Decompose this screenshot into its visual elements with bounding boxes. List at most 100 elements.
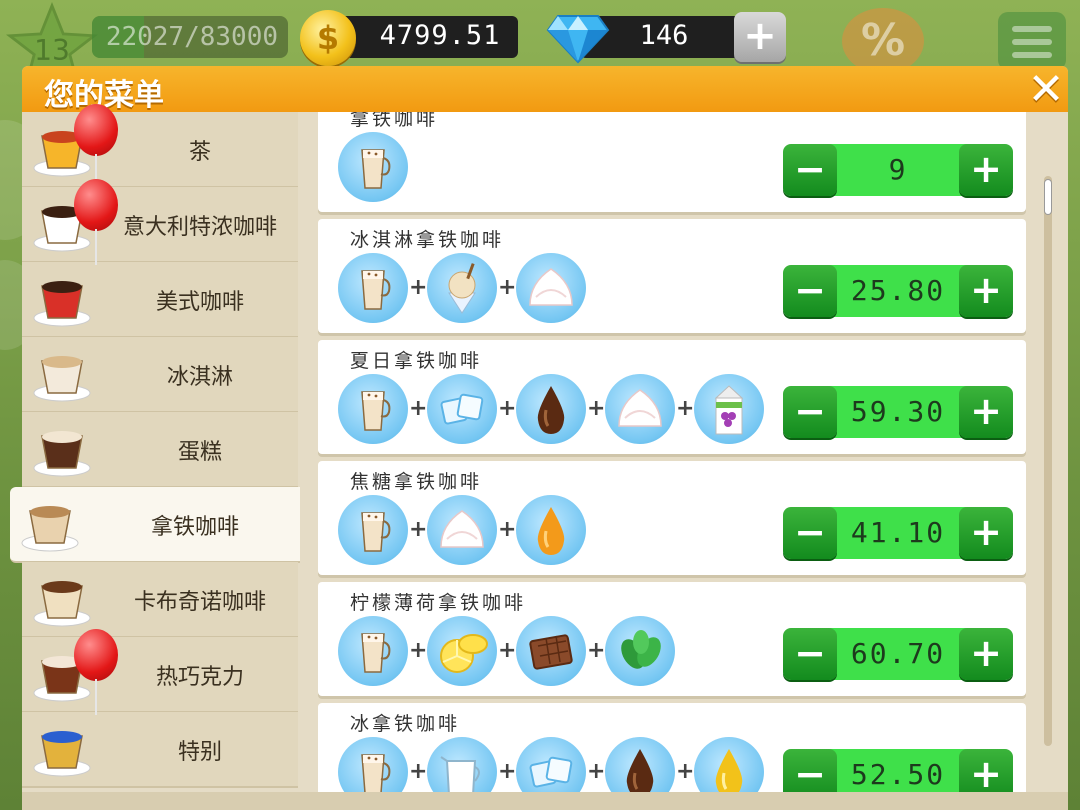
whipped-cream-icon — [605, 374, 675, 444]
plus-sign: + — [587, 759, 606, 784]
sidebar-item-label: 拿铁咖啡 — [150, 515, 239, 540]
panel-header — [22, 66, 1068, 112]
recipe-name: 柠檬薄荷拿铁咖啡 — [350, 592, 527, 614]
stepper-value: 60.70 — [850, 637, 946, 670]
special-basket-icon — [30, 718, 94, 780]
plus-sign: + — [676, 396, 695, 421]
stepper-value: 52.50 — [850, 758, 946, 791]
plus-sign: + — [409, 759, 428, 784]
plus-sign: + — [409, 638, 428, 663]
plus-sign: + — [498, 396, 517, 421]
quantity-stepper[interactable]: − 9 + — [783, 144, 1013, 196]
quantity-stepper[interactable]: −59.30 + — [783, 386, 1013, 438]
plus-sign: + — [498, 759, 517, 784]
latte-icon — [338, 616, 408, 686]
decrease-button[interactable]: − — [783, 628, 837, 680]
close-button[interactable]: ✕ — [1024, 68, 1068, 112]
plus-sign: + — [409, 275, 428, 300]
sidebar-item-label: 热巧克力 — [155, 665, 244, 690]
increase-button[interactable]: + — [959, 507, 1013, 559]
xp-bar: 22027/83000 — [92, 16, 288, 58]
latte-icon — [338, 253, 408, 323]
sidebar-item[interactable]: 拿铁咖啡 — [10, 487, 300, 563]
sidebar-item[interactable]: 蛋糕 — [22, 412, 298, 488]
category-sidebar: 茶意大利特浓咖啡 美式咖啡冰淇淋蛋糕拿铁咖啡卡布奇诺咖啡热巧克力特别 — [10, 104, 300, 792]
ice-cream-icon — [30, 343, 94, 405]
plus-sign: + — [409, 396, 428, 421]
red-balloon-icon[interactable] — [74, 629, 118, 681]
coin-amount: 4799.51 — [379, 20, 501, 51]
sidebar-item[interactable]: 热巧克力 — [22, 637, 298, 713]
recipe-card: 夏日拿铁咖啡 + + + + −59.30 + — [318, 340, 1026, 454]
list-icon-line — [1012, 52, 1052, 58]
sidebar-item-label: 蛋糕 — [177, 440, 222, 465]
sidebar-item[interactable]: 特别 — [22, 712, 298, 788]
stepper-value: 25.80 — [850, 274, 946, 307]
sidebar-item-label: 茶 — [188, 140, 211, 165]
list-icon-line — [1012, 39, 1052, 45]
stepper-value: 9 — [888, 153, 908, 186]
buy-gems-button[interactable]: + — [734, 12, 786, 62]
red-balloon-icon[interactable] — [74, 179, 118, 231]
sidebar-item[interactable]: 意大利特浓咖啡 — [22, 187, 298, 263]
plus-sign: + — [409, 517, 428, 542]
recipe-card: 柠檬薄荷拿铁咖啡 + + + −60.70 + — [318, 582, 1026, 696]
ice-cubes-icon — [516, 737, 586, 792]
recipe-card: 冰拿铁咖啡 + + + + −52.50 + — [318, 703, 1026, 792]
plus-sign: + — [498, 638, 517, 663]
latte-icon — [338, 737, 408, 792]
recipe-list[interactable]: 拿铁咖啡 −9 + 冰淇淋拿铁咖啡 + + −25.80 + 夏日拿铁咖啡 + + + + −59.30 +… — [318, 112, 1028, 792]
decrease-button[interactable]: − — [783, 265, 837, 317]
plus-sign: + — [676, 759, 695, 784]
scrollbar-thumb[interactable] — [1045, 180, 1051, 214]
increase-button[interactable]: + — [959, 144, 1013, 196]
balloon-string — [95, 229, 97, 265]
diamond-icon — [546, 15, 610, 64]
menu-list-button[interactable] — [998, 12, 1066, 70]
americano-cup-icon — [30, 268, 94, 330]
list-icon-line — [1012, 26, 1052, 32]
latte-icon — [338, 132, 408, 202]
grape-juice-icon — [694, 374, 764, 444]
increase-button[interactable]: + — [959, 628, 1013, 680]
honey-drop-icon — [694, 737, 764, 792]
sidebar-item[interactable]: 茶 — [22, 112, 298, 188]
recipe-name: 夏日拿铁咖啡 — [350, 350, 483, 372]
sidebar-item-label: 意大利特浓咖啡 — [122, 215, 277, 240]
decrease-button[interactable]: − — [783, 507, 837, 559]
sidebar-item-label: 冰淇淋 — [166, 365, 233, 390]
quantity-stepper[interactable]: −60.70 + — [783, 628, 1013, 680]
sidebar-item[interactable]: 卡布奇诺咖啡 — [22, 562, 298, 638]
stepper-value: 41.10 — [850, 516, 946, 549]
increase-button[interactable]: + — [959, 265, 1013, 317]
decrease-button[interactable]: − — [783, 386, 837, 438]
whipped-cream-icon — [427, 495, 497, 565]
sidebar-item-label: 美式咖啡 — [155, 290, 244, 315]
milk-jug-icon — [427, 737, 497, 792]
recipe-name: 拿铁咖啡 — [350, 112, 439, 130]
latte-icon — [338, 495, 408, 565]
quantity-stepper[interactable]: −52.50 + — [783, 749, 1013, 792]
chocolate-syrup-icon — [605, 737, 675, 792]
cake-slice-icon — [30, 418, 94, 480]
caramel-drop-icon — [516, 495, 586, 565]
scrollbar-track[interactable] — [1044, 176, 1052, 746]
sidebar-item[interactable]: 冰淇淋 — [22, 337, 298, 413]
increase-button[interactable]: + — [959, 749, 1013, 792]
increase-button[interactable]: + — [959, 386, 1013, 438]
discount-icon[interactable]: % — [842, 8, 924, 74]
sidebar-item[interactable]: 美式咖啡 — [22, 262, 298, 338]
quantity-stepper[interactable]: −41.10 + — [783, 507, 1013, 559]
red-balloon-icon[interactable] — [74, 104, 118, 156]
latte-glass-icon — [18, 493, 82, 555]
decrease-button[interactable]: − — [783, 749, 837, 792]
quantity-stepper[interactable]: −25.80 + — [783, 265, 1013, 317]
xp-text: 22027/83000 — [105, 22, 278, 52]
ice-cream-icon — [427, 253, 497, 323]
sidebar-item-label: 特别 — [177, 740, 222, 765]
gem-amount: 146 — [639, 20, 689, 51]
whipped-cream-icon — [516, 253, 586, 323]
recipe-name: 焦糖拿铁咖啡 — [350, 471, 483, 493]
decrease-button[interactable]: − — [783, 144, 837, 196]
chocolate-syrup-icon — [516, 374, 586, 444]
